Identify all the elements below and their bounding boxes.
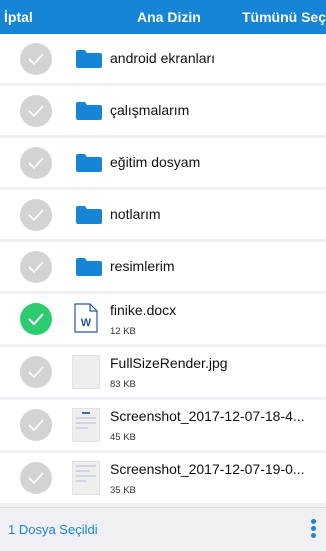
checkmark-icon: [28, 313, 44, 326]
checkmark-icon: [28, 260, 44, 273]
top-navigation-bar: İptal Ana Dizin Tümünü Seç: [0, 0, 326, 34]
checkmark-icon: [28, 52, 44, 65]
selection-checkbox[interactable]: [20, 409, 52, 441]
list-item-folder[interactable]: android ekranları: [0, 34, 326, 83]
folder-icon: [76, 205, 102, 224]
select-all-button[interactable]: Tümünü Seç: [242, 0, 326, 34]
word-doc-icon: W: [74, 303, 98, 333]
checkmark-icon: [28, 366, 44, 379]
file-size: 12 KB: [110, 326, 136, 337]
selection-checkbox[interactable]: [20, 303, 52, 335]
list-item-folder[interactable]: eğitim dosyam: [0, 138, 326, 187]
file-size: 35 KB: [110, 485, 136, 496]
selection-checkbox[interactable]: [20, 250, 52, 283]
selection-checkbox[interactable]: [20, 198, 52, 231]
list-item-file[interactable]: FullSizeRender.jpg 83 KB: [0, 347, 326, 397]
checkmark-icon: [28, 156, 44, 169]
folder-icon: [76, 257, 102, 276]
folder-icon: [76, 49, 102, 68]
list-item-file[interactable]: Screenshot_2017-12-07-19-0... 35 KB: [0, 453, 326, 503]
page-title: Ana Dizin: [137, 9, 201, 25]
list-item-folder[interactable]: notlarım: [0, 190, 326, 239]
selection-checkbox[interactable]: [20, 462, 52, 494]
selection-checkbox[interactable]: [20, 356, 52, 388]
folder-icon: [76, 101, 102, 120]
image-thumbnail: [72, 355, 100, 389]
checkmark-icon: [28, 472, 44, 485]
checkmark-icon: [28, 419, 44, 432]
folder-name: notlarım: [110, 206, 161, 222]
folder-name: eğitim dosyam: [110, 154, 201, 170]
screenshot-thumbnail: [72, 408, 100, 442]
folder-icon: [76, 153, 102, 172]
file-name: FullSizeRender.jpg: [110, 355, 228, 371]
selection-checkbox[interactable]: [20, 94, 52, 127]
list-item-folder[interactable]: çalışmalarım: [0, 86, 326, 135]
file-size: 83 KB: [110, 379, 136, 390]
list-item-folder[interactable]: resimlerim: [0, 242, 326, 291]
folder-name: çalışmalarım: [110, 102, 190, 118]
file-name: Screenshot_2017-12-07-18-4...: [110, 408, 305, 424]
selection-count: 1 Dosya Seçildi: [8, 522, 98, 537]
cancel-button[interactable]: İptal: [4, 0, 33, 34]
selection-checkbox[interactable]: [20, 146, 52, 179]
bottom-toolbar: 1 Dosya Seçildi: [0, 507, 326, 551]
file-name: Screenshot_2017-12-07-19-0...: [110, 461, 305, 477]
file-name: finike.docx: [110, 302, 177, 318]
file-size: 45 KB: [110, 432, 136, 443]
screenshot-thumbnail: [72, 461, 100, 495]
checkmark-icon: [28, 208, 44, 221]
selection-checkbox[interactable]: [20, 42, 52, 75]
folder-name: android ekranları: [110, 50, 216, 66]
svg-text:W: W: [81, 317, 92, 329]
list-item-file[interactable]: Screenshot_2017-12-07-18-4... 45 KB: [0, 400, 326, 450]
folder-name: resimlerim: [110, 258, 175, 274]
file-list: android ekranları çalışmalarım eğitim do…: [0, 34, 326, 506]
list-item-file-selected[interactable]: W finike.docx 12 KB: [0, 294, 326, 344]
checkmark-icon: [28, 104, 44, 117]
more-vertical-icon[interactable]: [308, 519, 318, 541]
